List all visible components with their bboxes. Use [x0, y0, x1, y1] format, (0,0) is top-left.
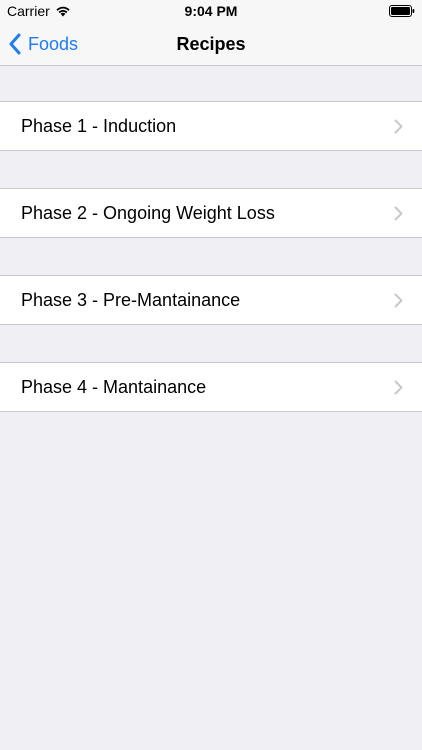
list-item-label: Phase 3 - Pre-Mantainance	[21, 289, 241, 310]
chevron-right-icon	[394, 380, 403, 395]
recipe-phase-list: Phase 1 - Induction Phase 2 - Ongoing We…	[0, 101, 422, 449]
chevron-right-icon	[394, 119, 403, 134]
status-time: 9:04 PM	[184, 3, 238, 19]
chevron-right-icon	[394, 206, 403, 221]
list-item-label: Phase 1 - Induction	[21, 115, 177, 136]
top-bar: Carrier 9:04 PM Foods Recipes	[0, 0, 422, 66]
status-bar: Carrier 9:04 PM	[0, 0, 422, 22]
page-title: Recipes	[176, 34, 246, 54]
list-item-phase-2[interactable]: Phase 2 - Ongoing Weight Loss	[0, 188, 422, 238]
list-item-phase-1[interactable]: Phase 1 - Induction	[0, 101, 422, 151]
list-item-label: Phase 2 - Ongoing Weight Loss	[21, 202, 275, 223]
battery-full-icon	[389, 5, 415, 17]
chevron-right-icon	[394, 293, 403, 308]
list-item-phase-4[interactable]: Phase 4 - Mantainance	[0, 362, 422, 412]
list-item-label: Phase 4 - Mantainance	[21, 376, 207, 397]
navigation-bar: Foods Recipes	[0, 22, 422, 66]
list-item-phase-3[interactable]: Phase 3 - Pre-Mantainance	[0, 275, 422, 325]
